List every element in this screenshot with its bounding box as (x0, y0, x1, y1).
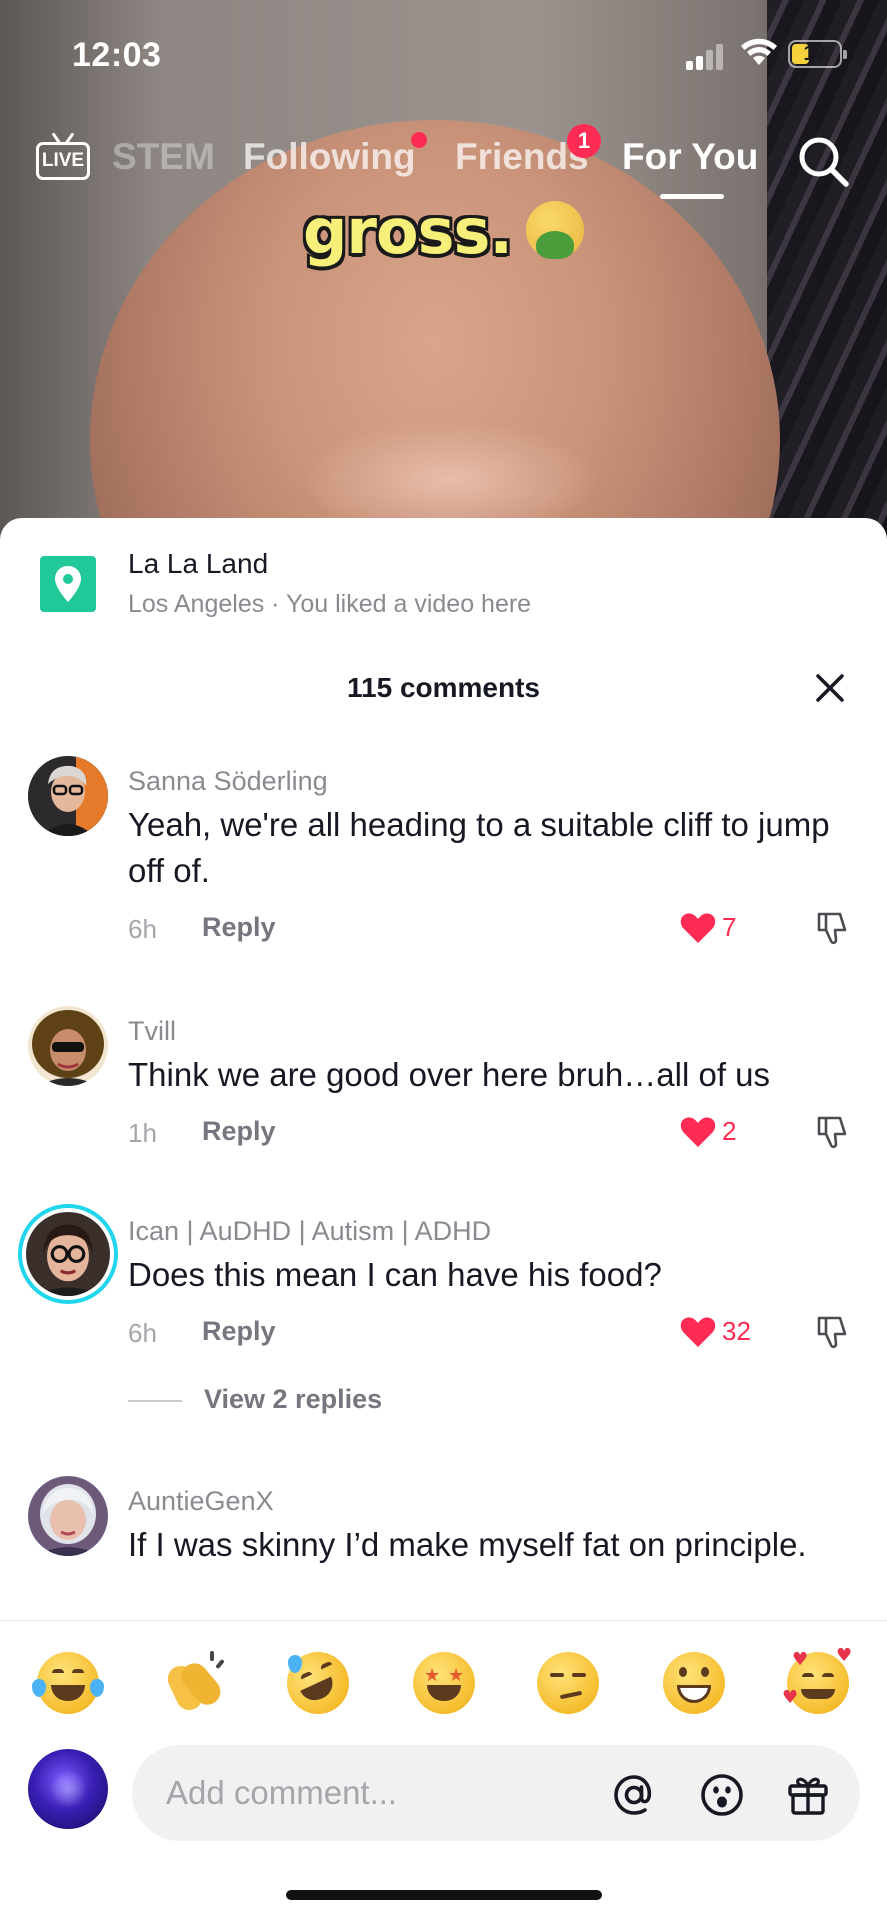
comment-item: Sanna Söderling Yeah, we're all heading … (0, 756, 887, 986)
like-count: 32 (722, 1316, 751, 1346)
cellular-signal-icon (686, 42, 726, 70)
mention-icon[interactable] (610, 1771, 658, 1819)
video-caption: gross. (0, 195, 887, 268)
comment-age: 6h (128, 1318, 157, 1348)
comment-author[interactable]: Tvill (128, 1016, 176, 1047)
wifi-icon (741, 38, 777, 65)
battery-icon: 17 (788, 40, 847, 68)
top-navigation: LIVE STEM Following Friends 1 For You (0, 118, 887, 199)
comment-author[interactable]: Ican | AuDHD | Autism | ADHD (128, 1216, 491, 1247)
grinning-face-icon[interactable] (660, 1649, 730, 1719)
avatar-live-ring[interactable] (18, 1204, 118, 1304)
location-title: La La Land (128, 548, 269, 579)
view-replies-button[interactable]: View 2 replies (128, 1384, 382, 1415)
clapping-hands-icon[interactable] (158, 1649, 228, 1719)
location-banner[interactable]: La La Land Los Angeles · You liked a vid… (0, 518, 887, 638)
heart-filled-icon (680, 1317, 716, 1347)
home-indicator[interactable] (286, 1890, 602, 1900)
like-button[interactable]: 2 (678, 1112, 788, 1152)
location-subtitle: Los Angeles · You liked a video here (128, 590, 532, 618)
battery-level: 17 (803, 42, 827, 65)
avatar[interactable] (28, 1476, 108, 1556)
like-button[interactable]: 7 (678, 908, 788, 948)
comment-item: Ican | AuDHD | Autism | ADHD Does this m… (0, 1204, 887, 1486)
avatar[interactable] (28, 1006, 108, 1086)
video-caption-text: gross. (303, 195, 513, 268)
reply-button[interactable]: Reply (202, 912, 276, 943)
tab-following[interactable]: Following (243, 132, 427, 178)
view-replies-divider (128, 1399, 182, 1402)
comment-item: AuntieGenX If I was skinny I’d make myse… (0, 1476, 887, 1636)
comment-text: If I was skinny I’d make myself fat on p… (128, 1526, 807, 1563)
gift-icon[interactable] (784, 1771, 832, 1819)
search-icon[interactable] (796, 134, 850, 188)
comments-count: 115 comments (347, 672, 540, 703)
live-button[interactable]: LIVE (36, 132, 92, 184)
tab-for-you-label: For You (622, 136, 759, 177)
comment-item: Tvill Think we are good over here bruh…a… (0, 1006, 887, 1196)
nauseated-face-icon (525, 201, 584, 259)
comment-text: Does this mean I can have his food? (128, 1256, 662, 1293)
reply-button[interactable]: Reply (202, 1316, 276, 1347)
emoji-icon[interactable] (698, 1771, 746, 1819)
location-pin-icon (40, 556, 96, 612)
status-time: 12:03 (72, 36, 162, 74)
comment-age: 6h (128, 914, 157, 944)
tab-stem[interactable]: STEM (112, 136, 215, 178)
close-icon[interactable] (810, 668, 850, 708)
active-tab-indicator (660, 194, 724, 199)
heart-filled-icon (680, 1117, 716, 1147)
smirking-face-icon[interactable] (534, 1649, 604, 1719)
comment-text: Yeah, we're all heading to a suitable cl… (128, 806, 830, 889)
my-avatar (28, 1749, 108, 1829)
view-replies-label: View 2 replies (204, 1384, 383, 1414)
following-new-dot (411, 132, 427, 148)
tab-following-label: Following (243, 136, 416, 177)
face-with-tears-of-joy-icon[interactable] (32, 1649, 104, 1719)
smiling-face-with-hearts-icon[interactable]: ♥ ♥ ♥ (782, 1647, 854, 1719)
thumbs-down-icon[interactable] (814, 1114, 850, 1150)
thumbs-down-icon[interactable] (814, 1314, 850, 1350)
thumbs-down-icon[interactable] (814, 910, 850, 946)
comment-input-container (132, 1745, 860, 1841)
heart-filled-icon (680, 913, 716, 943)
tab-for-you[interactable]: For You (622, 136, 759, 199)
comment-author[interactable]: Sanna Söderling (128, 766, 328, 797)
quick-emoji-row: ★ ★ ♥ ♥ ♥ (0, 1641, 887, 1729)
tab-friends[interactable]: Friends 1 (455, 124, 601, 178)
comment-age: 1h (128, 1118, 157, 1148)
comment-composer: ★ ★ ♥ ♥ ♥ (0, 1620, 887, 1920)
star-struck-icon[interactable]: ★ ★ (410, 1649, 480, 1719)
comment-text: Think we are good over here bruh…all of … (128, 1056, 771, 1093)
like-count: 2 (722, 1116, 737, 1146)
comments-header: 115 comments (0, 668, 887, 718)
avatar[interactable] (28, 756, 108, 836)
reply-button[interactable]: Reply (202, 1116, 276, 1147)
live-label: LIVE (41, 150, 85, 171)
add-comment-input[interactable] (166, 1767, 586, 1819)
rolling-on-floor-laughing-icon[interactable] (276, 1641, 360, 1725)
friends-notification-badge: 1 (567, 124, 601, 158)
like-count: 7 (722, 912, 737, 942)
like-button[interactable]: 32 (678, 1312, 788, 1352)
status-bar: 12:03 17 (0, 0, 887, 110)
comment-author[interactable]: AuntieGenX (128, 1486, 274, 1517)
